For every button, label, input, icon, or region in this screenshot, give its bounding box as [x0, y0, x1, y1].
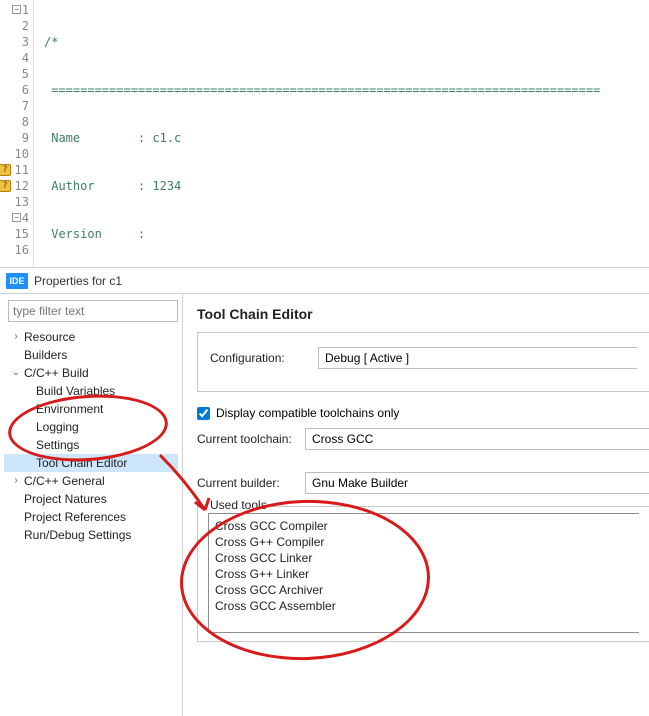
list-item[interactable]: Cross GCC Linker — [215, 550, 633, 566]
configuration-select[interactable]: Debug [ Active ] — [318, 347, 637, 369]
tree-item-toolchain-editor[interactable]: Tool Chain Editor — [4, 454, 178, 472]
list-item[interactable]: Cross GCC Assembler — [215, 598, 633, 614]
code-area[interactable]: /* =====================================… — [34, 0, 649, 267]
page-title: Tool Chain Editor — [197, 306, 649, 322]
fold-icon[interactable]: − — [12, 213, 21, 222]
warning-icon[interactable]: ? — [0, 180, 11, 192]
used-tools-group: Used tools Cross GCC Compiler Cross G++ … — [197, 506, 649, 642]
tree-item-environment[interactable]: Environment — [4, 400, 178, 418]
fold-icon[interactable]: − — [12, 5, 21, 14]
filter-input[interactable] — [8, 300, 178, 322]
tree-item-rundebug[interactable]: Run/Debug Settings — [4, 526, 178, 544]
dialog-title: Properties for c1 — [34, 274, 122, 288]
tree-item-build-variables[interactable]: Build Variables — [4, 382, 178, 400]
chevron-down-icon: ⌄ — [10, 364, 22, 382]
current-builder-select[interactable]: Gnu Make Builder — [305, 472, 649, 494]
list-item[interactable]: Cross G++ Linker — [215, 566, 633, 582]
compat-toolchains-label: Display compatible toolchains only — [216, 406, 399, 420]
chevron-right-icon: › — [10, 472, 22, 490]
toolchain-editor-pane: Tool Chain Editor Configuration: Debug [… — [183, 294, 649, 716]
tree-item-settings[interactable]: Settings — [4, 436, 178, 454]
list-item[interactable]: Cross GCC Compiler — [215, 518, 633, 534]
current-toolchain-select[interactable]: Cross GCC — [305, 428, 649, 450]
configuration-label: Configuration: — [210, 351, 318, 365]
properties-tree[interactable]: ›Resource Builders ⌄C/C++ Build Build Va… — [4, 328, 178, 544]
used-tools-label: Used tools — [206, 498, 271, 512]
list-item[interactable]: Cross G++ Compiler — [215, 534, 633, 550]
chevron-right-icon: › — [10, 328, 22, 346]
list-item[interactable]: Cross GCC Archiver — [215, 582, 633, 598]
tree-item-logging[interactable]: Logging — [4, 418, 178, 436]
properties-tree-pane: ›Resource Builders ⌄C/C++ Build Build Va… — [0, 294, 183, 716]
tree-item-resource[interactable]: ›Resource — [4, 328, 178, 346]
tree-item-ccgeneral[interactable]: ›C/C++ General — [4, 472, 178, 490]
tree-item-builders[interactable]: Builders — [4, 346, 178, 364]
tree-item-project-natures[interactable]: Project Natures — [4, 490, 178, 508]
current-builder-label: Current builder: — [197, 476, 305, 490]
line-gutter: −1 2 3 4 5 6 7 8 9 10 ?11 ?12 13 −14 15 … — [0, 0, 34, 267]
tree-item-ccbuild[interactable]: ⌄C/C++ Build — [4, 364, 178, 382]
ide-icon: IDE — [6, 273, 28, 289]
code-editor[interactable]: −1 2 3 4 5 6 7 8 9 10 ?11 ?12 13 −14 15 … — [0, 0, 649, 268]
current-toolchain-label: Current toolchain: — [197, 432, 305, 446]
dialog-title-bar: IDE Properties for c1 — [0, 268, 649, 294]
used-tools-list[interactable]: Cross GCC Compiler Cross G++ Compiler Cr… — [208, 513, 639, 633]
warning-icon[interactable]: ? — [0, 164, 11, 176]
tree-item-project-references[interactable]: Project References — [4, 508, 178, 526]
compat-toolchains-checkbox[interactable] — [197, 407, 210, 420]
